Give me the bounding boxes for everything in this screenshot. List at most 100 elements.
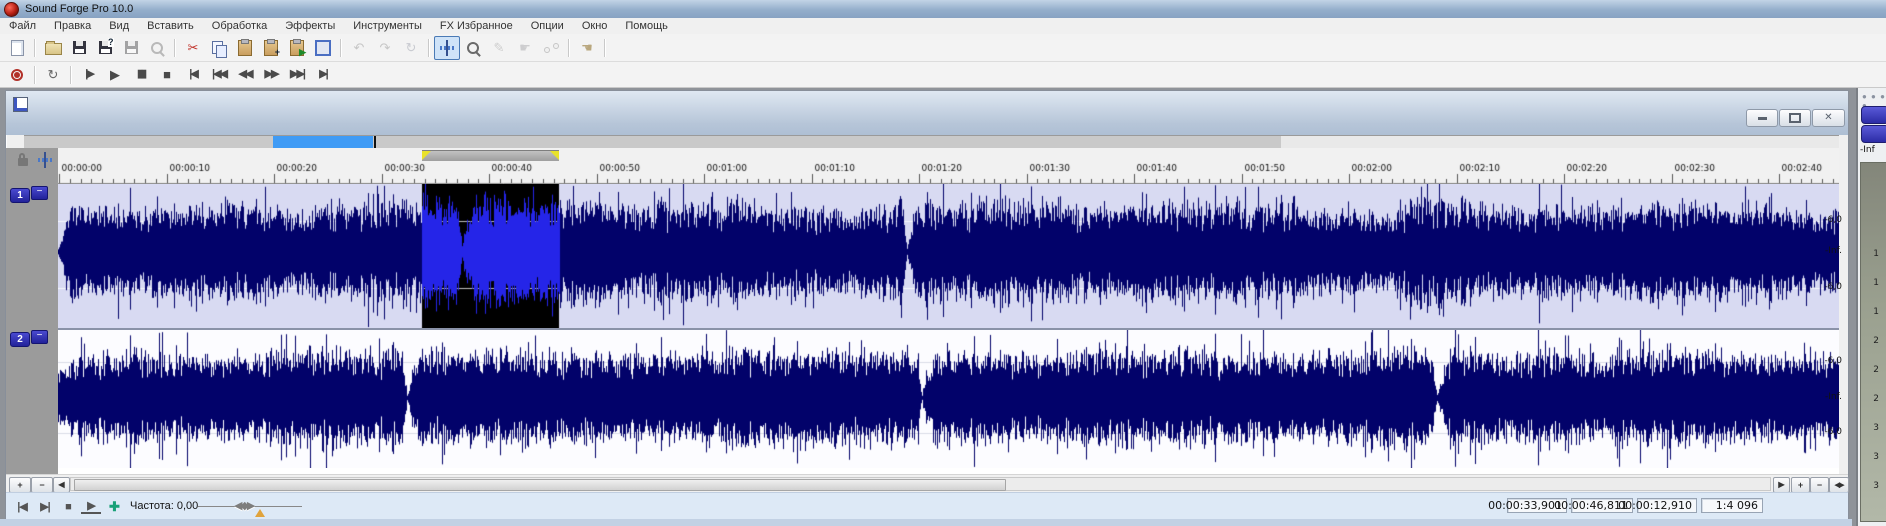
rate-slider-marker [255, 509, 265, 517]
channel-2-badge[interactable]: 2 [10, 332, 30, 347]
zoom-ratio-display[interactable]: 1:4 096 [1701, 498, 1763, 513]
redo-icon[interactable]: ↷ [372, 36, 398, 60]
menu-item-10[interactable]: Окно [573, 19, 617, 33]
waveform-channel-2[interactable] [58, 330, 1839, 468]
whats-this-help-icon[interactable]: ☚ [574, 36, 600, 60]
scrollbar-thumb[interactable] [74, 479, 1006, 491]
toolbar-separator [174, 39, 176, 57]
channel-2-db-label: -6,0 [1798, 427, 1842, 437]
meter-scale-tick: 3 [1873, 452, 1879, 462]
menu-item-1[interactable]: Файл [0, 19, 45, 33]
meter-scale-tick: 1 [1873, 307, 1879, 317]
meter-panel: ● ● ● ● -Inf 111222333 [1856, 88, 1886, 526]
paste-to-new-icon[interactable]: ▶ [284, 36, 310, 60]
channel-1-db-label: -Inf. [1798, 246, 1842, 256]
menu-item-5[interactable]: Обработка [203, 19, 276, 33]
menu-item-4[interactable]: Вставить [138, 19, 203, 33]
doc-plugin-chain-button[interactable]: ✚ [104, 498, 124, 515]
menu-item-8[interactable]: FX Избранное [431, 19, 522, 33]
menu-item-6[interactable]: Эффекты [276, 19, 344, 33]
event-tool-icon[interactable]: ☛ [512, 36, 538, 60]
mix-icon[interactable]: + [258, 36, 284, 60]
menu-item-7[interactable]: Инструменты [344, 19, 431, 33]
channel-2-minimize-button[interactable]: − [31, 330, 48, 344]
rate-slider-handle[interactable]: ◀◆▶ [234, 499, 253, 512]
meter-peak-label: -Inf [1860, 145, 1875, 155]
render-as-icon[interactable] [118, 36, 144, 60]
document-title-bar[interactable]: ✕ [6, 91, 1848, 135]
rate-slider[interactable]: ◀◆▶ [198, 506, 302, 507]
horizontal-zoom-in-button[interactable]: + [1791, 477, 1810, 493]
meter-scale-tick: 2 [1873, 394, 1879, 404]
menu-bar: ФайлПравкаВидВставитьОбработкаЭффектыИнс… [0, 18, 1886, 35]
doc-go-to-start-button[interactable]: |◀ [12, 498, 32, 515]
play-all-button[interactable]: |▶ [76, 63, 102, 87]
save-icon[interactable] [66, 36, 92, 60]
doc-play-button[interactable]: ▶ [81, 498, 101, 514]
time-ruler-canvas[interactable] [58, 148, 1839, 184]
workspace: ✕ + − ◀ [0, 88, 1886, 526]
scroll-right-arrow[interactable]: ▶ [1773, 477, 1790, 493]
scrollbar-track[interactable] [70, 477, 1771, 491]
open-icon[interactable] [40, 36, 66, 60]
vertical-zoom-in-button[interactable]: + [9, 477, 31, 493]
time-ruler[interactable] [58, 148, 1839, 184]
meter-button-2[interactable] [1861, 125, 1886, 143]
loop-region-bar[interactable] [422, 150, 559, 161]
horizontal-scroll-row: + − ◀ ▶ + − ◀▶ [6, 474, 1848, 493]
waveform-channel-1[interactable] [58, 184, 1839, 328]
forward-button[interactable]: ▶▶ [258, 63, 284, 87]
new-file-icon[interactable] [4, 36, 30, 60]
meter-scale-tick: 3 [1873, 481, 1879, 491]
save-as-icon[interactable]: ? [92, 36, 118, 60]
doc-minimize-button[interactable] [1746, 109, 1778, 127]
menu-item-3[interactable]: Вид [100, 19, 138, 33]
meter-scale-tick: 1 [1873, 278, 1879, 288]
repeat-icon[interactable]: ↻ [398, 36, 424, 60]
envelope-tool-icon[interactable] [538, 36, 564, 60]
copy-icon[interactable] [206, 36, 232, 60]
doc-maximize-button[interactable] [1779, 109, 1811, 127]
channel-1-minimize-button[interactable]: − [31, 186, 48, 200]
cut-icon[interactable]: ✂ [180, 36, 206, 60]
zoom-fit-button[interactable]: ◀▶ [1829, 477, 1849, 493]
toolbar-separator [604, 39, 606, 57]
meter-button-1[interactable] [1861, 106, 1886, 124]
edit-tool-icon[interactable] [434, 36, 460, 60]
vertical-zoom-out-button[interactable]: − [31, 477, 53, 493]
undo-icon[interactable]: ↶ [346, 36, 372, 60]
go-to-start-button[interactable]: |◀ [180, 63, 206, 87]
pencil-tool-icon[interactable]: ✎ [486, 36, 512, 60]
go-to-end-button[interactable]: ▶▶| [284, 63, 310, 87]
record-button[interactable] [4, 63, 30, 87]
trim-crop-icon[interactable] [310, 36, 336, 60]
loop-playback-button[interactable]: ↻ [40, 63, 66, 87]
doc-stop-button[interactable]: ■ [58, 498, 78, 515]
menu-item-9[interactable]: Опции [522, 19, 573, 33]
sound-forge-window: Sound Forge Pro 10.0 ФайлПравкаВидВстави… [0, 0, 1886, 526]
channel-1-badge[interactable]: 1 [10, 188, 30, 203]
menu-item-2[interactable]: Правка [45, 19, 100, 33]
toolbar-separator [70, 66, 72, 84]
next-marker-button[interactable]: ▶| [310, 63, 336, 87]
title-bar[interactable]: Sound Forge Pro 10.0 [0, 0, 1886, 19]
selection-length-display[interactable]: 00:00:12,910 [1637, 498, 1697, 513]
scroll-left-arrow[interactable]: ◀ [53, 477, 70, 493]
pause-button[interactable]: ▮▮ [128, 63, 154, 87]
channel-2-db-label: -6,0 [1798, 356, 1842, 366]
toolbar-separator [340, 39, 342, 57]
doc-close-button[interactable]: ✕ [1812, 109, 1845, 127]
rewind-all-button[interactable]: |◀◀ [206, 63, 232, 87]
publish-icon[interactable] [144, 36, 170, 60]
stop-button[interactable]: ■ [154, 63, 180, 87]
paste-icon[interactable] [232, 36, 258, 60]
toolbar-separator [568, 39, 570, 57]
transport-toolbar: ↻ |▶▶▮▮■|◀|◀◀◀◀▶▶▶▶|▶| [0, 62, 1886, 88]
rewind-button[interactable]: ◀◀ [232, 63, 258, 87]
window-title: Sound Forge Pro 10.0 [25, 3, 133, 15]
magnify-tool-icon[interactable] [460, 36, 486, 60]
horizontal-zoom-out-button[interactable]: − [1810, 477, 1829, 493]
menu-item-11[interactable]: Помощь [616, 19, 677, 33]
doc-go-to-end-button[interactable]: ▶| [35, 498, 55, 515]
play-button[interactable]: ▶ [102, 63, 128, 87]
